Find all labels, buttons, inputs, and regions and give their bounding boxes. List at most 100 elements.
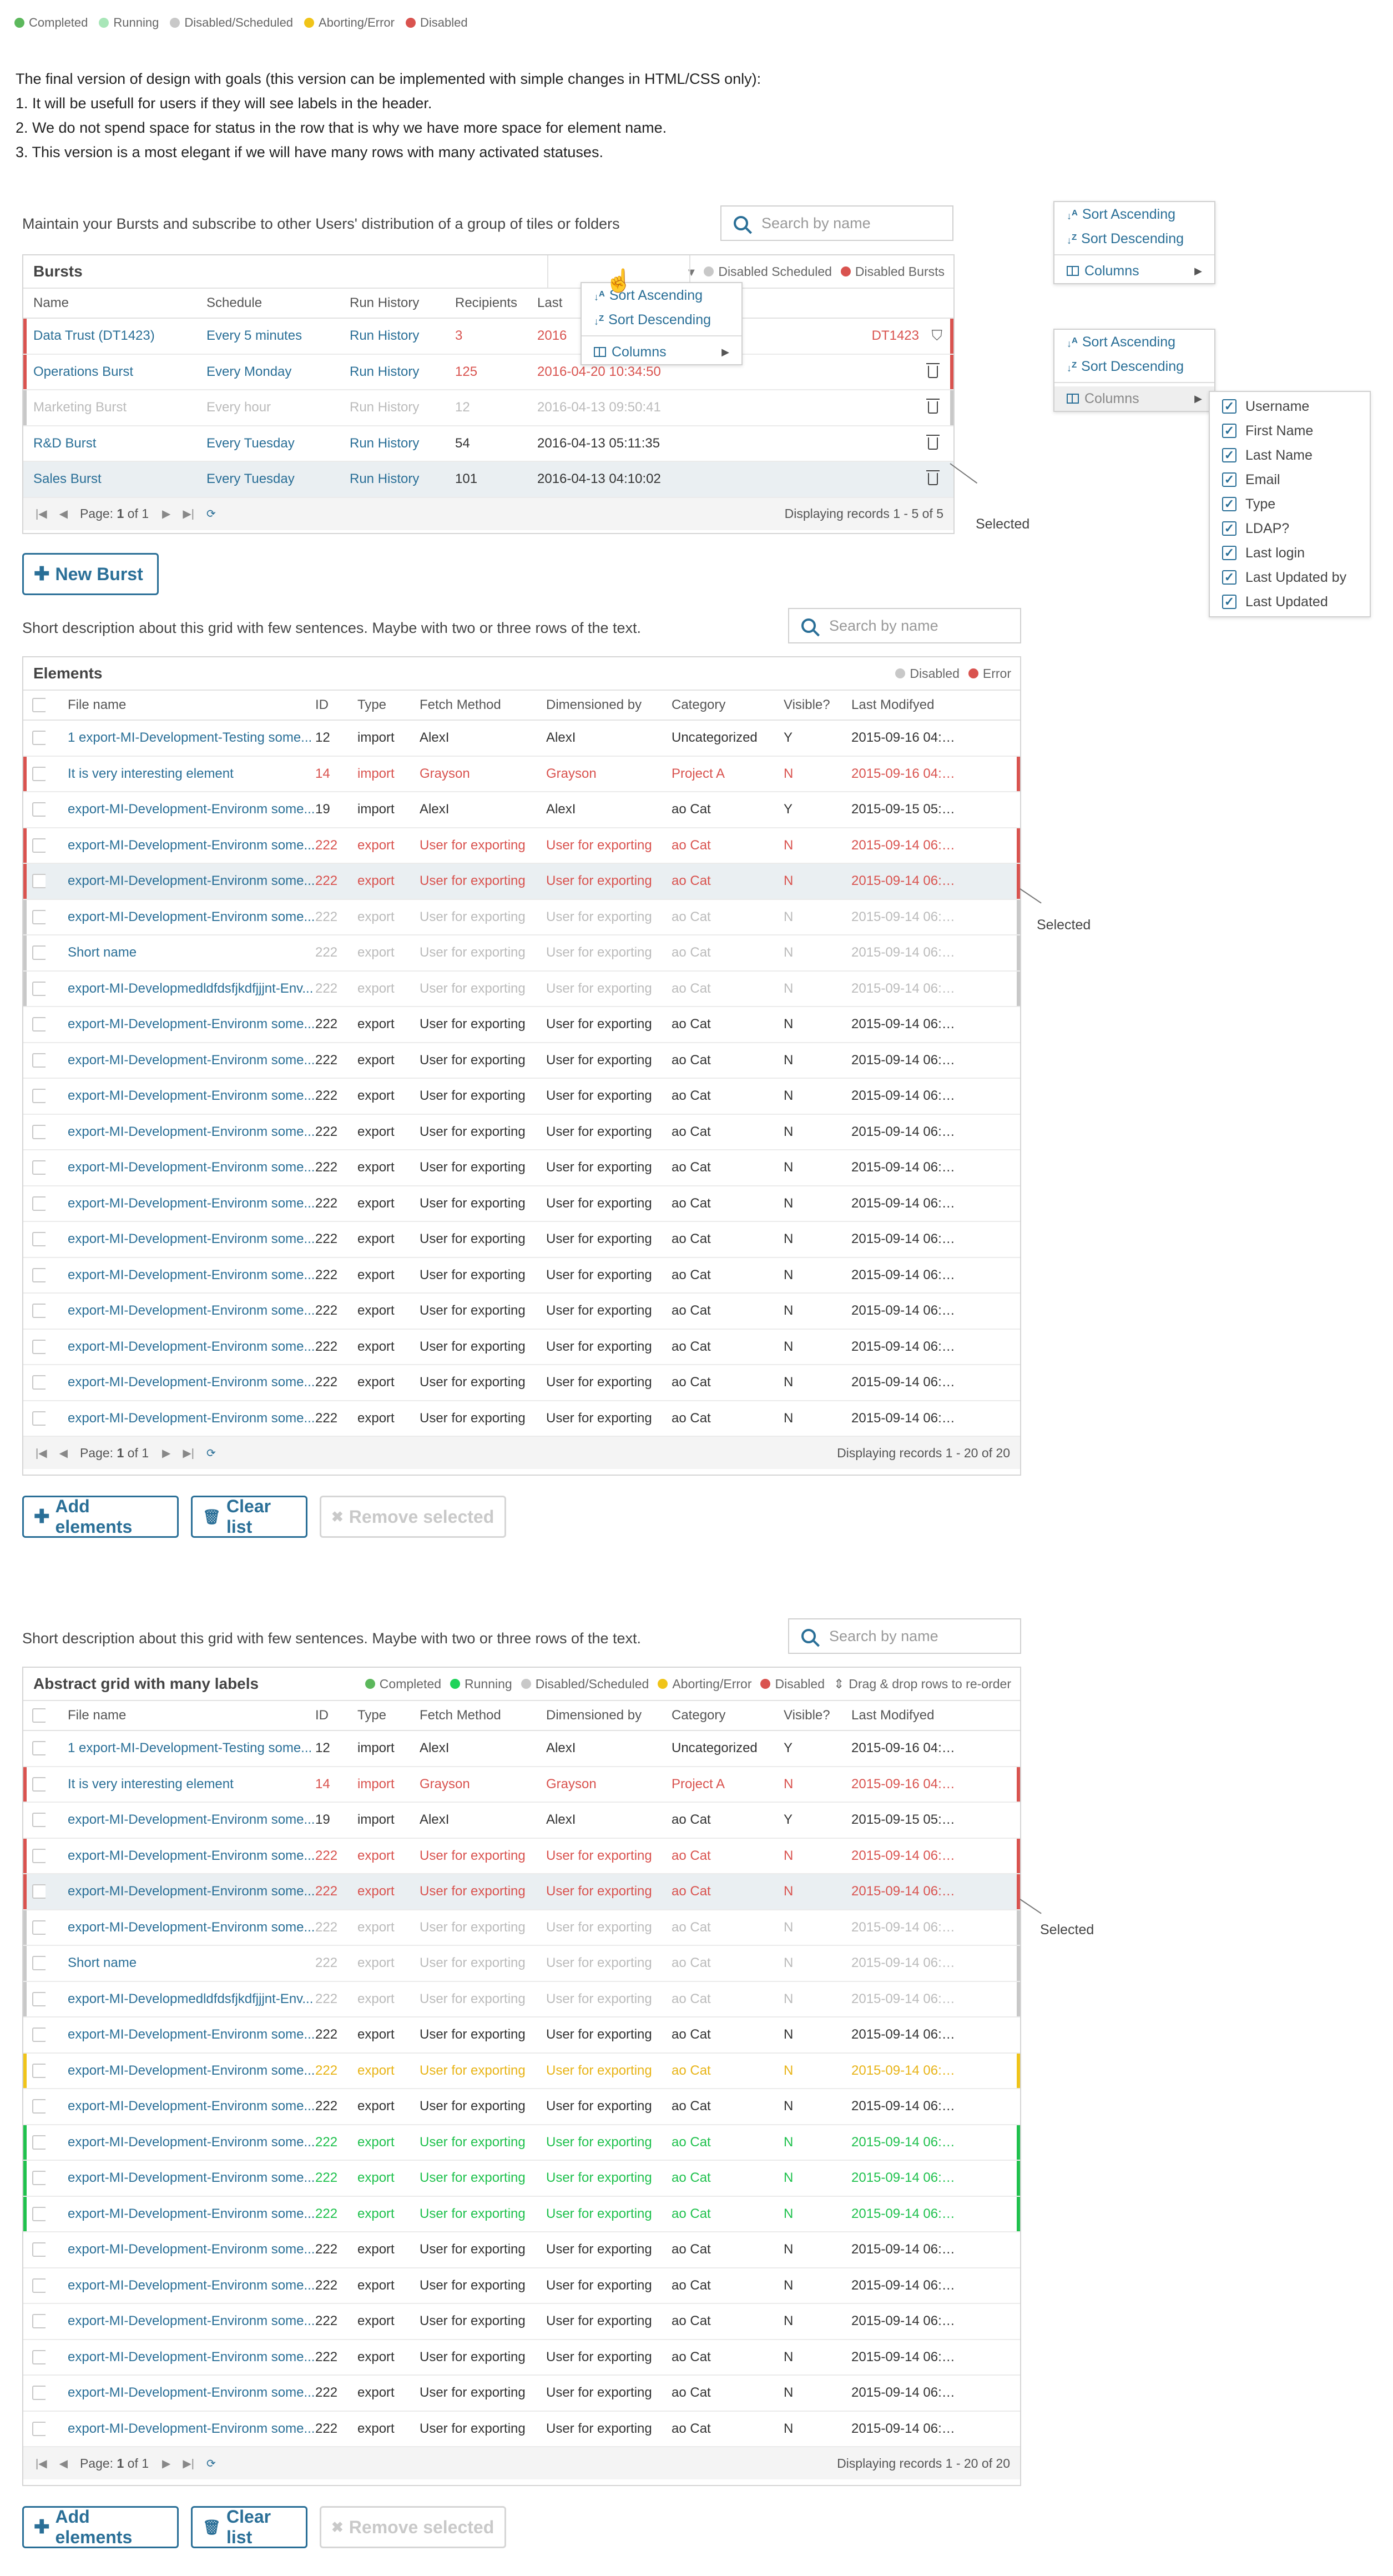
table-row[interactable]: export-MI-Development-Environm some... 22… [23,1115,1020,1150]
run-history-link[interactable]: Run History [350,364,455,380]
delete-icon[interactable] [926,434,940,450]
col-fetch[interactable]: Fetch Method [420,697,546,713]
file-name-link[interactable]: export-MI-Development-Environm some... [68,1017,315,1032]
sort-descending-item[interactable]: ↓Z Sort Descending [582,308,741,332]
table-row[interactable]: export-MI-Development-Environm some... 22… [23,2268,1020,2304]
column-option[interactable]: ✓ Username [1210,394,1370,419]
burst-name-link[interactable]: Sales Burst [23,471,206,487]
delete-icon[interactable] [926,470,940,486]
burst-name-link[interactable]: Data Trust (DT1423) [23,328,206,344]
columns-item[interactable]: Columns ▶ [582,340,741,364]
next-page-icon[interactable]: ▶ [162,2457,170,2471]
table-row[interactable]: Short name 222 export User for exporting Use… [23,1946,1020,1982]
first-page-icon[interactable]: |◀ [36,1446,47,1460]
last-page-icon[interactable]: ▶| [183,1446,194,1460]
table-row[interactable]: export-MI-Development-Environm some... 22… [23,1007,1020,1043]
file-name-link[interactable]: export-MI-Development-Environm some... [68,802,315,817]
row-checkbox[interactable] [32,1124,46,1139]
row-checkbox[interactable] [32,874,46,889]
run-history-link[interactable]: Run History [350,400,455,415]
file-name-link[interactable]: export-MI-Development-Environm some... [68,2313,315,2329]
row-checkbox[interactable] [32,2063,46,2078]
elements-search-input[interactable]: Search by name [788,608,1021,643]
file-name-link[interactable]: export-MI-Development-Environm some... [68,2135,315,2150]
col-cat[interactable]: Category [672,1708,784,1723]
schedule-link[interactable]: Every Tuesday [206,471,350,487]
table-row[interactable]: export-MI-Development-Environm some... 22… [23,828,1020,864]
row-checkbox[interactable] [32,2386,46,2401]
file-name-link[interactable]: export-MI-Development-Environm some... [68,2170,315,2186]
schedule-link[interactable]: Every hour [206,400,350,415]
select-all-checkbox[interactable] [32,698,46,712]
file-name-link[interactable]: It is very interesting element [68,1777,315,1792]
table-row[interactable]: export-MI-Development-Environm some... 22… [23,2232,1020,2268]
last-page-icon[interactable]: ▶| [183,507,194,521]
col-run-history[interactable]: Run History [350,295,455,311]
row-checkbox[interactable] [32,2027,46,2042]
table-row[interactable]: 1 export-MI-Development-Testing some... 1… [23,1731,1020,1767]
file-name-link[interactable]: export-MI-Development-Environm some... [68,1053,315,1068]
file-name-link[interactable]: export-MI-Development-Environm some... [68,1160,315,1175]
row-checkbox[interactable] [32,2171,46,2186]
checkbox-checked-icon[interactable]: ✓ [1222,595,1236,609]
file-name-link[interactable]: export-MI-Development-Environm some... [68,1848,315,1864]
row-checkbox[interactable] [32,945,46,960]
row-checkbox[interactable] [32,2135,46,2150]
run-history-link[interactable]: Run History [350,471,455,487]
burst-name-link[interactable]: Marketing Burst [23,400,206,415]
table-row[interactable]: export-MI-Developmedldfdsfjkdfjjjnt-Env.… [23,1981,1020,2017]
table-row[interactable]: It is very interesting element 14 import Gr… [23,1767,1020,1803]
table-row[interactable]: export-MI-Development-Environm some... 22… [23,864,1020,900]
row-checkbox[interactable] [32,2421,46,2436]
row-checkbox[interactable] [32,1411,46,1426]
row-checkbox[interactable] [32,1848,46,1863]
row-checkbox[interactable] [32,1884,46,1899]
row-checkbox[interactable] [32,838,46,853]
col-type[interactable]: Type [357,1708,420,1723]
table-row[interactable]: export-MI-Development-Environm some... 22… [23,899,1020,935]
table-row[interactable]: export-MI-Development-Environm some... 22… [23,1222,1020,1258]
add-elements-button[interactable]: ✚ Add elements [22,1496,179,1538]
table-row[interactable]: Operations Burst Every Monday Run History 1… [23,354,953,390]
row-checkbox[interactable] [32,1991,46,2006]
remove-selected-button[interactable]: ✖ Remove selected [320,1496,506,1538]
col-vis[interactable]: Visible? [784,1708,851,1723]
row-checkbox[interactable] [32,731,46,746]
file-name-link[interactable]: It is very interesting element [68,766,315,782]
file-name-link[interactable]: export-MI-Development-Environm some... [68,2278,315,2293]
table-row[interactable]: export-MI-Development-Environm some... 22… [23,2053,1020,2089]
columns-item[interactable]: Columns ▶ [1054,259,1214,283]
row-checkbox[interactable] [32,1777,46,1792]
file-name-link[interactable]: 1 export-MI-Development-Testing some... [68,1740,315,1756]
table-row[interactable]: 1 export-MI-Development-Testing some... 1… [23,721,1020,757]
file-name-link[interactable]: export-MI-Developmedldfdsfjkdfjjjnt-Env.… [68,981,315,997]
row-checkbox[interactable] [32,2278,46,2293]
table-row[interactable]: Marketing Burst Every hour Run History 12 20… [23,390,953,426]
checkbox-checked-icon[interactable]: ✓ [1222,424,1236,438]
col-type[interactable]: Type [357,697,420,713]
table-row[interactable]: export-MI-Development-Environm some... 22… [23,1838,1020,1874]
add-elements-button[interactable]: ✚ Add elements [22,2506,179,2548]
row-checkbox[interactable] [32,1053,46,1068]
column-option[interactable]: ✓ Last Updated [1210,590,1370,614]
column-option[interactable]: ✓ LDAP? [1210,516,1370,541]
refresh-icon[interactable]: ⟳ [206,1446,216,1460]
table-row[interactable]: export-MI-Development-Environm some... 22… [23,1401,1020,1437]
checkbox-checked-icon[interactable]: ✓ [1222,497,1236,511]
sort-ascending-item[interactable]: ↓A Sort Ascending [1054,330,1214,354]
table-row[interactable]: export-MI-Development-Environm some... 22… [23,2089,1020,2125]
row-checkbox[interactable] [32,1920,46,1935]
col-dim[interactable]: Dimensioned by [546,697,672,713]
col-file[interactable]: File name [68,1708,315,1723]
table-row[interactable]: export-MI-Development-Environm some... 22… [23,2017,1020,2054]
file-name-link[interactable]: export-MI-Development-Environm some... [68,1884,315,1899]
row-checkbox[interactable] [32,1089,46,1104]
table-row[interactable]: export-MI-Development-Environm some... 22… [23,1043,1020,1079]
col-cat[interactable]: Category [672,697,784,713]
row-checkbox[interactable] [32,1741,46,1756]
file-name-link[interactable]: export-MI-Development-Environm some... [68,1411,315,1426]
page-number[interactable]: 1 [117,1446,124,1461]
col-fetch[interactable]: Fetch Method [420,1708,546,1723]
schedule-link[interactable]: Every Monday [206,364,350,380]
schedule-link[interactable]: Every Tuesday [206,436,350,451]
